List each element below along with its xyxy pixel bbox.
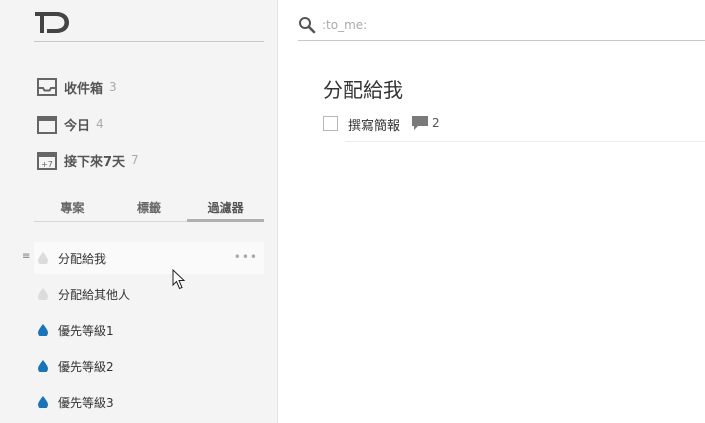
sidebar-tabs: 專案 標籤 過濾器 [34,198,265,222]
nav-label: 收件箱 [64,81,104,97]
filter-item-priority-3[interactable]: 優先等級3 [34,386,264,418]
filter-label: 優先等級2 [58,359,114,374]
nav-count: 3 [109,80,117,94]
nav-label: 接下來7天 [64,154,126,170]
drop-icon [38,360,48,372]
mouse-cursor-icon [172,269,186,290]
calendar-plus7-icon: +7 [36,149,58,171]
nav-item-inbox[interactable]: 收件箱 3 [36,75,117,99]
filter-label: 優先等級1 [58,323,114,338]
search-icon[interactable] [298,16,316,34]
app-logo[interactable] [34,9,74,35]
drop-icon [38,252,48,264]
tab-labels[interactable]: 標籤 [110,198,188,222]
filter-item-priority-1[interactable]: 優先等級1 [34,314,264,346]
tab-filters[interactable]: 過濾器 [187,198,265,222]
task-row: 撰寫簡報 2 [323,112,705,142]
task-checkbox[interactable] [323,116,338,131]
filter-item-priority-2[interactable]: 優先等級2 [34,350,264,382]
filter-item-assigned-to-others[interactable]: 分配給其他人 [34,278,264,310]
comment-count: 2 [432,116,440,130]
nav-item-next-7-days[interactable]: +7 接下來7天 7 [36,148,139,172]
calendar-badge-text: +7 [41,160,53,169]
nav-count: 7 [131,153,139,167]
drag-handle-icon[interactable]: ≡ [22,252,30,262]
nav-item-today[interactable]: 今日 4 [36,112,104,136]
inbox-icon [36,76,58,98]
task-label[interactable]: 撰寫簡報 [348,115,400,134]
nav-label: 今日 [64,118,91,134]
logo-divider [34,41,264,42]
logo-icon [35,12,69,33]
task-comments[interactable]: 2 [412,116,440,130]
search-bar [298,10,705,41]
page-title: 分配給我 [323,78,403,102]
drop-icon [38,324,48,336]
filter-item-assigned-to-me[interactable]: 分配給我 ••• [34,242,264,274]
tab-projects[interactable]: 專案 [34,198,111,222]
task-divider [345,141,705,142]
comment-icon [412,116,428,130]
more-options-icon[interactable]: ••• [234,251,258,263]
filter-label: 分配給我 [58,251,107,266]
sidebar: 收件箱 3 今日 4 +7 接下來7天 7 專案 標籤 過濾器 ≡ 分配給我 •… [0,0,278,423]
calendar-icon [36,113,58,135]
filter-label: 分配給其他人 [58,287,131,302]
drop-icon [38,396,48,408]
filter-label: 優先等級3 [58,395,114,410]
nav-count: 4 [96,117,104,131]
search-input[interactable] [322,18,682,32]
drop-icon [38,288,48,300]
